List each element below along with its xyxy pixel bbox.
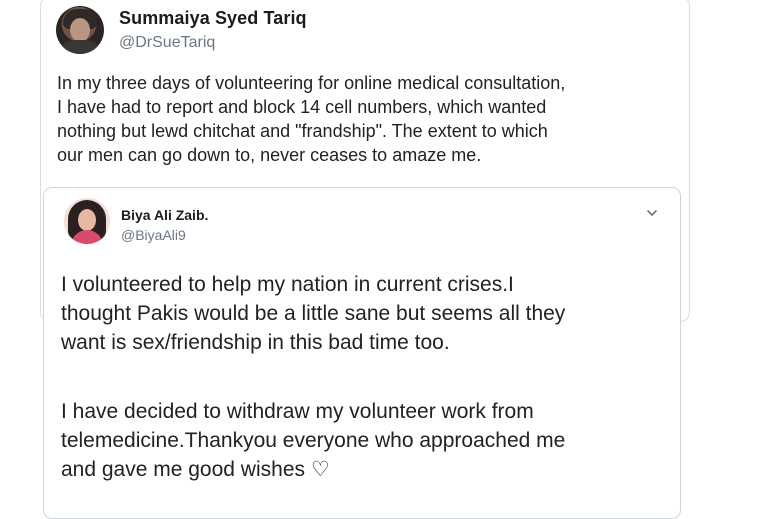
author-name[interactable]: Summaiya Syed Tariq	[119, 8, 307, 29]
quoted-tweet-paragraph-2: I have decided to withdraw my volunteer …	[61, 400, 566, 481]
avatar-face	[70, 18, 90, 42]
author-avatar[interactable]	[56, 6, 104, 54]
chevron-down-icon[interactable]	[645, 206, 659, 220]
avatar-face	[78, 209, 96, 231]
quoted-author-name[interactable]: Biya Ali Zaib.	[121, 207, 208, 223]
tweet-text: In my three days of volunteering for onl…	[57, 73, 566, 165]
quoted-author-avatar[interactable]	[64, 198, 110, 244]
quoted-author-handle[interactable]: @BiyaAli9	[121, 227, 186, 243]
avatar-shoulder	[58, 40, 102, 54]
author-handle[interactable]: @DrSueTariq	[119, 34, 215, 52]
quoted-tweet-paragraph-1: I volunteered to help my nation in curre…	[61, 273, 566, 354]
